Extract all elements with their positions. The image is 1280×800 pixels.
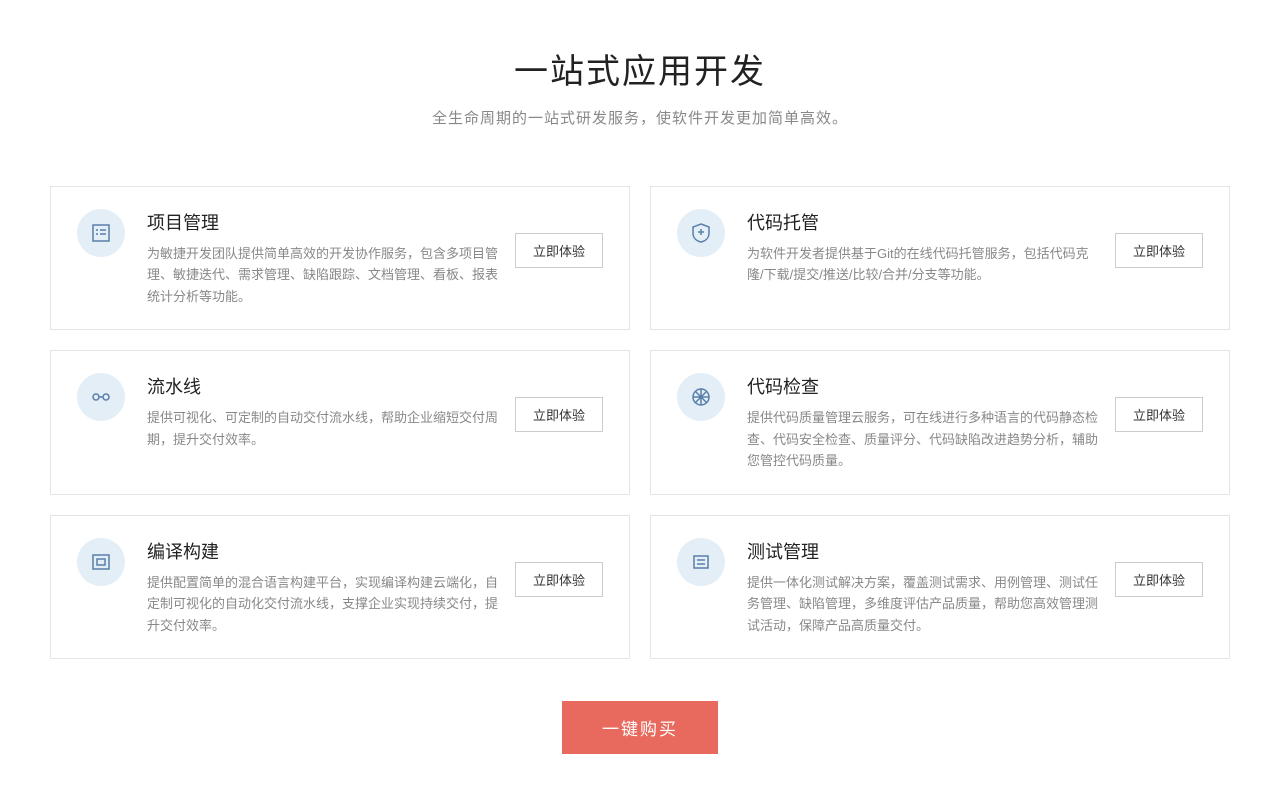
try-now-button[interactable]: 立即体验 [515, 397, 603, 432]
card-title: 代码托管 [747, 209, 1101, 235]
shield-icon [677, 209, 725, 257]
card-desc: 提供可视化、可定制的自动交付流水线，帮助企业缩短交付周期，提升交付效率。 [147, 407, 501, 450]
test-icon [677, 538, 725, 586]
card-title: 流水线 [147, 373, 501, 399]
card-desc: 提供一体化测试解决方案，覆盖测试需求、用例管理、测试任务管理、缺陷管理，多维度评… [747, 572, 1101, 636]
try-now-button[interactable]: 立即体验 [1115, 397, 1203, 432]
scan-icon [677, 373, 725, 421]
feature-card-pipeline: 流水线 提供可视化、可定制的自动交付流水线，帮助企业缩短交付周期，提升交付效率。… [50, 350, 630, 494]
card-title: 编译构建 [147, 538, 501, 564]
feature-card-build: 编译构建 提供配置简单的混合语言构建平台，实现编译构建云端化，自定制可视化的自动… [50, 515, 630, 659]
feature-grid: 项目管理 为敏捷开发团队提供简单高效的开发协作服务，包含多项目管理、敏捷迭代、需… [50, 186, 1230, 659]
card-title: 项目管理 [147, 209, 501, 235]
page-header: 一站式应用开发 全生命周期的一站式研发服务，使软件开发更加简单高效。 [50, 44, 1230, 128]
feature-card-code-check: 代码检查 提供代码质量管理云服务，可在线进行多种语言的代码静态检查、代码安全检查… [650, 350, 1230, 494]
try-now-button[interactable]: 立即体验 [1115, 562, 1203, 597]
card-title: 测试管理 [747, 538, 1101, 564]
try-now-button[interactable]: 立即体验 [515, 233, 603, 268]
feature-card-project-management: 项目管理 为敏捷开发团队提供简单高效的开发协作服务，包含多项目管理、敏捷迭代、需… [50, 186, 630, 330]
list-icon [77, 209, 125, 257]
feature-card-code-hosting: 代码托管 为软件开发者提供基于Git的在线代码托管服务，包括代码克隆/下载/提交… [650, 186, 1230, 330]
page-footer: 一键购买 [50, 701, 1230, 754]
try-now-button[interactable]: 立即体验 [515, 562, 603, 597]
card-desc: 提供配置简单的混合语言构建平台，实现编译构建云端化，自定制可视化的自动化交付流水… [147, 572, 501, 636]
feature-card-test-management: 测试管理 提供一体化测试解决方案，覆盖测试需求、用例管理、测试任务管理、缺陷管理… [650, 515, 1230, 659]
card-desc: 为软件开发者提供基于Git的在线代码托管服务，包括代码克隆/下载/提交/推送/比… [747, 243, 1101, 286]
card-desc: 为敏捷开发团队提供简单高效的开发协作服务，包含多项目管理、敏捷迭代、需求管理、缺… [147, 243, 501, 307]
page-title: 一站式应用开发 [50, 44, 1230, 93]
card-desc: 提供代码质量管理云服务，可在线进行多种语言的代码静态检查、代码安全检查、质量评分… [747, 407, 1101, 471]
page-subtitle: 全生命周期的一站式研发服务，使软件开发更加简单高效。 [50, 107, 1230, 128]
buy-now-button[interactable]: 一键购买 [562, 701, 718, 754]
pipeline-icon [77, 373, 125, 421]
card-title: 代码检查 [747, 373, 1101, 399]
try-now-button[interactable]: 立即体验 [1115, 233, 1203, 268]
build-icon [77, 538, 125, 586]
